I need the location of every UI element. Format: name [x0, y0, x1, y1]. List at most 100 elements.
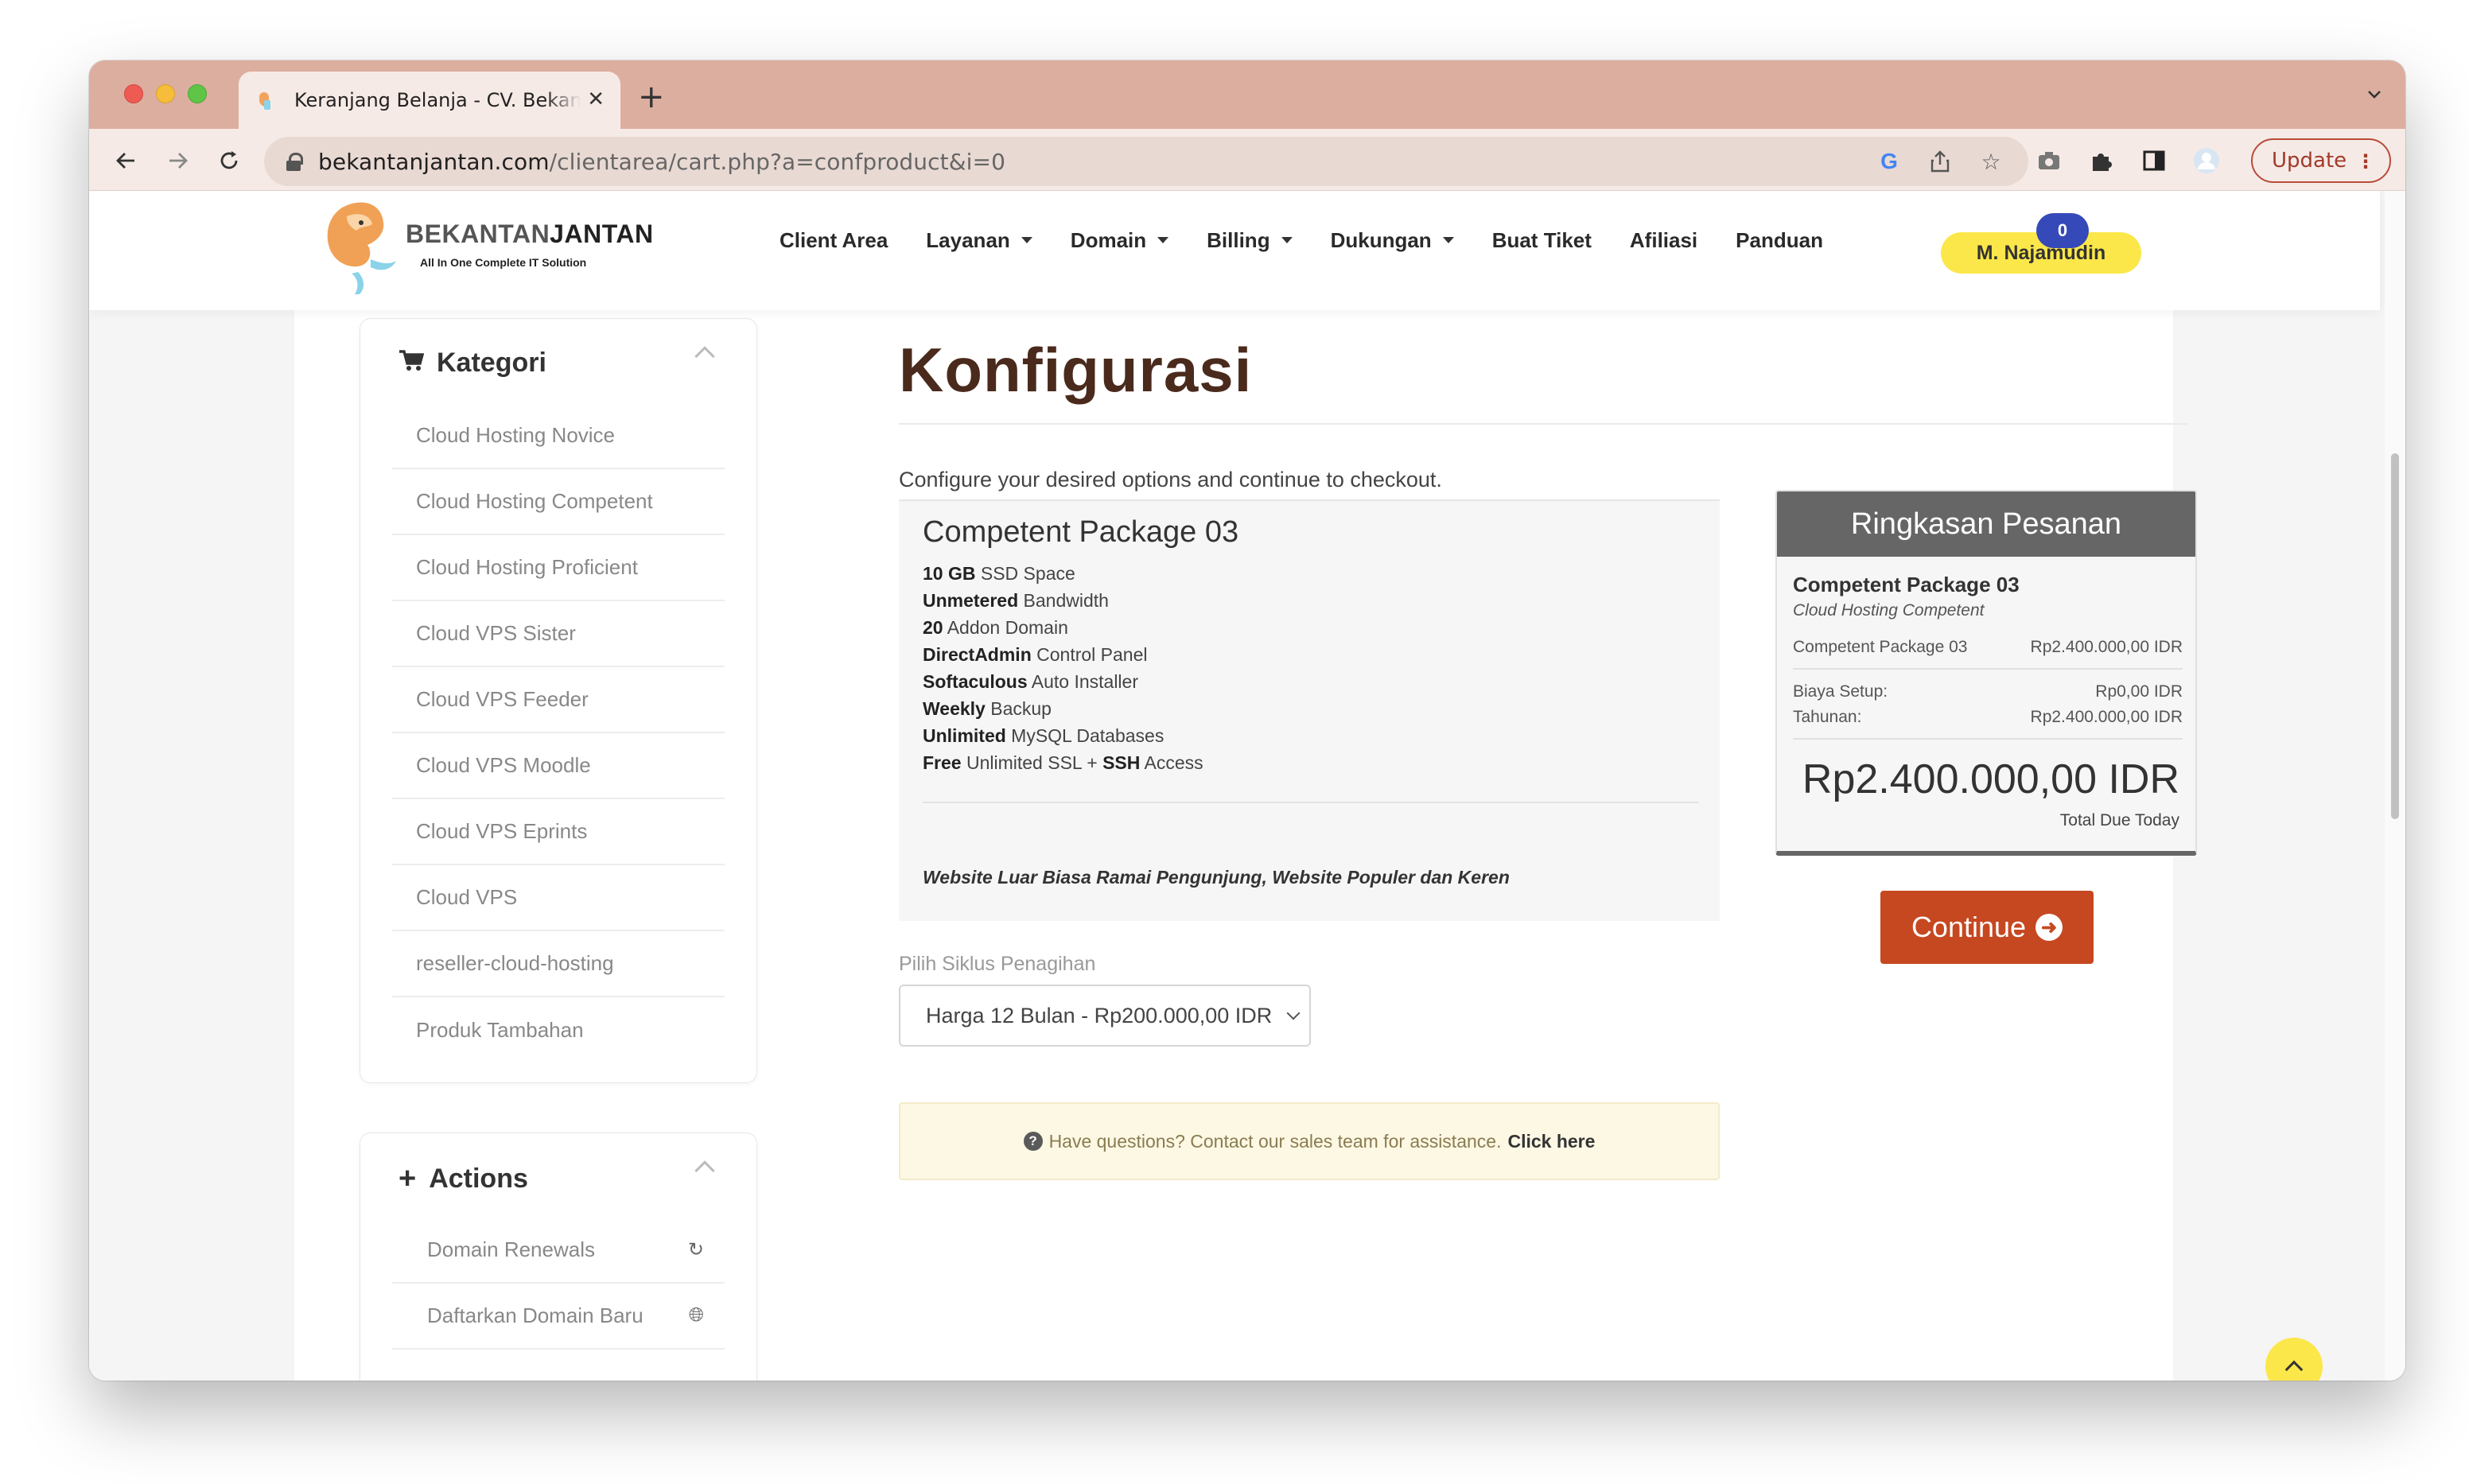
extensions-puzzle-icon[interactable]: [2086, 145, 2117, 177]
nav-panduan[interactable]: Panduan: [1736, 224, 1823, 256]
content-container: Kategori Cloud Hosting Novice Cloud Host…: [294, 294, 2197, 1381]
feature-item: Free Unlimited SSL + SSH Access: [923, 752, 1203, 773]
lock-icon[interactable]: [286, 153, 303, 171]
feature-item: 10 GB SSD Space: [923, 563, 1075, 584]
summary-total: Rp2.400.000,00 IDR: [1802, 756, 2179, 802]
google-icon[interactable]: G: [1876, 148, 1903, 175]
feature-item: DirectAdmin Control Panel: [923, 644, 1148, 665]
nav-client-area[interactable]: Client Area: [780, 224, 888, 256]
billing-cycle-select[interactable]: Harga 12 Bulan - Rp200.000,00 IDR: [899, 985, 1311, 1047]
billing-cycle-value: Harga 12 Bulan - Rp200.000,00 IDR: [926, 1003, 1273, 1028]
contact-sales-link[interactable]: Click here: [1507, 1131, 1595, 1152]
camera-icon[interactable]: [2033, 145, 2065, 177]
chevron-down-icon: [1286, 1006, 1301, 1020]
brand-tagline: All In One Complete IT Solution: [420, 256, 587, 269]
action-domain-renewals[interactable]: Domain Renewals ↻: [392, 1218, 725, 1284]
summary-divider: [1793, 738, 2183, 740]
order-summary-title: Ringkasan Pesanan: [1777, 491, 2195, 557]
plus-icon: +: [399, 1162, 417, 1195]
category-item[interactable]: Cloud VPS Moodle: [392, 733, 725, 799]
category-item[interactable]: Cloud VPS Sister: [392, 601, 725, 667]
category-item[interactable]: Cloud VPS Eprints: [392, 799, 725, 865]
tab-title: Keranjang Belanja - CV. Bekantan Jantan: [294, 89, 581, 111]
nav-layanan[interactable]: Layanan: [926, 224, 1032, 256]
help-text: Have questions? Contact our sales team f…: [1048, 1130, 1502, 1152]
action-register-domain[interactable]: Daftarkan Domain Baru 🌐︎: [392, 1284, 725, 1350]
update-button[interactable]: Update ⋮: [2251, 138, 2391, 183]
nav-dukungan[interactable]: Dukungan: [1331, 224, 1454, 256]
nav-afiliasi[interactable]: Afiliasi: [1630, 224, 1697, 256]
order-summary: Ringkasan Pesanan Competent Package 03 C…: [1775, 490, 2197, 856]
feature-item: Softaculous Auto Installer: [923, 671, 1138, 692]
cart-count: 0: [2057, 220, 2068, 240]
side-panel-icon[interactable]: [2138, 145, 2170, 177]
brand-name: BEKANTANJANTAN: [406, 219, 654, 248]
page-scrollbar[interactable]: [2385, 191, 2405, 1381]
tab-search-chevron-icon[interactable]: [2364, 84, 2385, 105]
summary-line-item: Competent Package 03 Rp2.400.000,00 IDR: [1793, 638, 2183, 656]
categories-header[interactable]: Kategori: [399, 346, 715, 379]
minimize-window-button[interactable]: [156, 84, 175, 103]
forward-arrow-icon[interactable]: [162, 145, 194, 177]
close-window-button[interactable]: [124, 84, 143, 103]
scrollbar-thumb[interactable]: [2391, 453, 2399, 819]
category-item[interactable]: Cloud Hosting Novice: [392, 403, 725, 469]
chevron-up-icon: [2284, 1360, 2304, 1379]
intro-text: Configure your desired options and conti…: [899, 468, 1442, 491]
arrow-circle-right-icon: ➜: [2035, 914, 2063, 941]
address-bar[interactable]: bekantanjantan.com/clientarea/cart.php?a…: [264, 137, 2028, 186]
shopping-cart-icon: [399, 349, 425, 378]
category-item[interactable]: Cloud Hosting Competent: [392, 469, 725, 535]
reload-icon[interactable]: [213, 145, 245, 177]
package-divider: [923, 802, 1699, 803]
feature-item: Weekly Backup: [923, 698, 1052, 719]
actions-list: Domain Renewals ↻ Daftarkan Domain Baru 🌐︎: [392, 1218, 725, 1350]
browser-tab[interactable]: Keranjang Belanja - CV. Bekantan Jantan …: [239, 72, 620, 129]
tab-close-icon[interactable]: ✕: [587, 87, 605, 111]
actions-panel: + Actions Domain Renewals ↻ Daftarkan Dom…: [360, 1132, 757, 1381]
summary-total-caption: Total Due Today: [2059, 811, 2179, 829]
category-item[interactable]: reseller-cloud-hosting: [392, 931, 725, 997]
nav-domain[interactable]: Domain: [1071, 224, 1169, 256]
profile-avatar-icon[interactable]: [2191, 145, 2222, 177]
maximize-window-button[interactable]: [188, 84, 207, 103]
nav-billing[interactable]: Billing: [1207, 224, 1293, 256]
title-divider: [899, 423, 2187, 425]
category-item[interactable]: Produk Tambahan: [392, 997, 725, 1063]
continue-button[interactable]: Continue ➜: [1880, 891, 2094, 964]
share-icon[interactable]: [1927, 148, 1954, 175]
page-title: Konfigurasi: [899, 335, 1253, 405]
new-tab-icon[interactable]: +: [638, 78, 665, 116]
summary-product-name: Competent Package 03: [1793, 573, 2020, 596]
actions-header[interactable]: + Actions: [399, 1160, 715, 1196]
summary-setup-fee: Biaya Setup: Rp0,00 IDR: [1793, 682, 2183, 701]
scroll-to-top-button[interactable]: [2265, 1338, 2323, 1381]
site-favicon-icon: [256, 89, 274, 111]
category-item[interactable]: Cloud VPS: [392, 865, 725, 931]
caret-down-icon: [1281, 237, 1293, 243]
categories-title: Kategori: [437, 348, 546, 378]
package-name: Competent Package 03: [923, 515, 1239, 549]
nav-buat-tiket[interactable]: Buat Tiket: [1492, 224, 1592, 256]
continue-label: Continue: [1911, 911, 2027, 943]
collapse-chevron-icon[interactable]: [694, 1160, 715, 1181]
caret-down-icon: [1442, 237, 1454, 243]
category-item[interactable]: Cloud Hosting Proficient: [392, 535, 725, 601]
category-item[interactable]: Cloud VPS Feeder: [392, 667, 725, 733]
site-logo[interactable]: BEKANTANJANTAN All In One Complete IT So…: [320, 196, 653, 299]
summary-product-group: Cloud Hosting Competent: [1793, 601, 1985, 620]
refresh-icon: ↻: [687, 1239, 704, 1261]
feature-item: Unlimited MySQL Databases: [923, 725, 1165, 746]
bookmark-star-icon[interactable]: ☆: [1977, 148, 2004, 175]
web-page: BEKANTANJANTAN All In One Complete IT So…: [89, 191, 2405, 1381]
question-circle-icon: ?: [1023, 1132, 1043, 1151]
sales-help-notice: ? Have questions? Contact our sales team…: [899, 1102, 1720, 1180]
user-name: M. Najamudin: [1976, 241, 2106, 264]
tab-strip: Keranjang Belanja - CV. Bekantan Jantan …: [89, 60, 2405, 129]
more-menu-icon[interactable]: ⋮: [2356, 151, 2375, 172]
cart-count-badge[interactable]: 0: [2036, 213, 2089, 248]
caret-down-icon: [1021, 237, 1032, 243]
collapse-chevron-icon[interactable]: [694, 346, 715, 367]
summary-annual: Tahunan: Rp2.400.000,00 IDR: [1793, 708, 2183, 726]
back-arrow-icon[interactable]: [110, 145, 142, 177]
